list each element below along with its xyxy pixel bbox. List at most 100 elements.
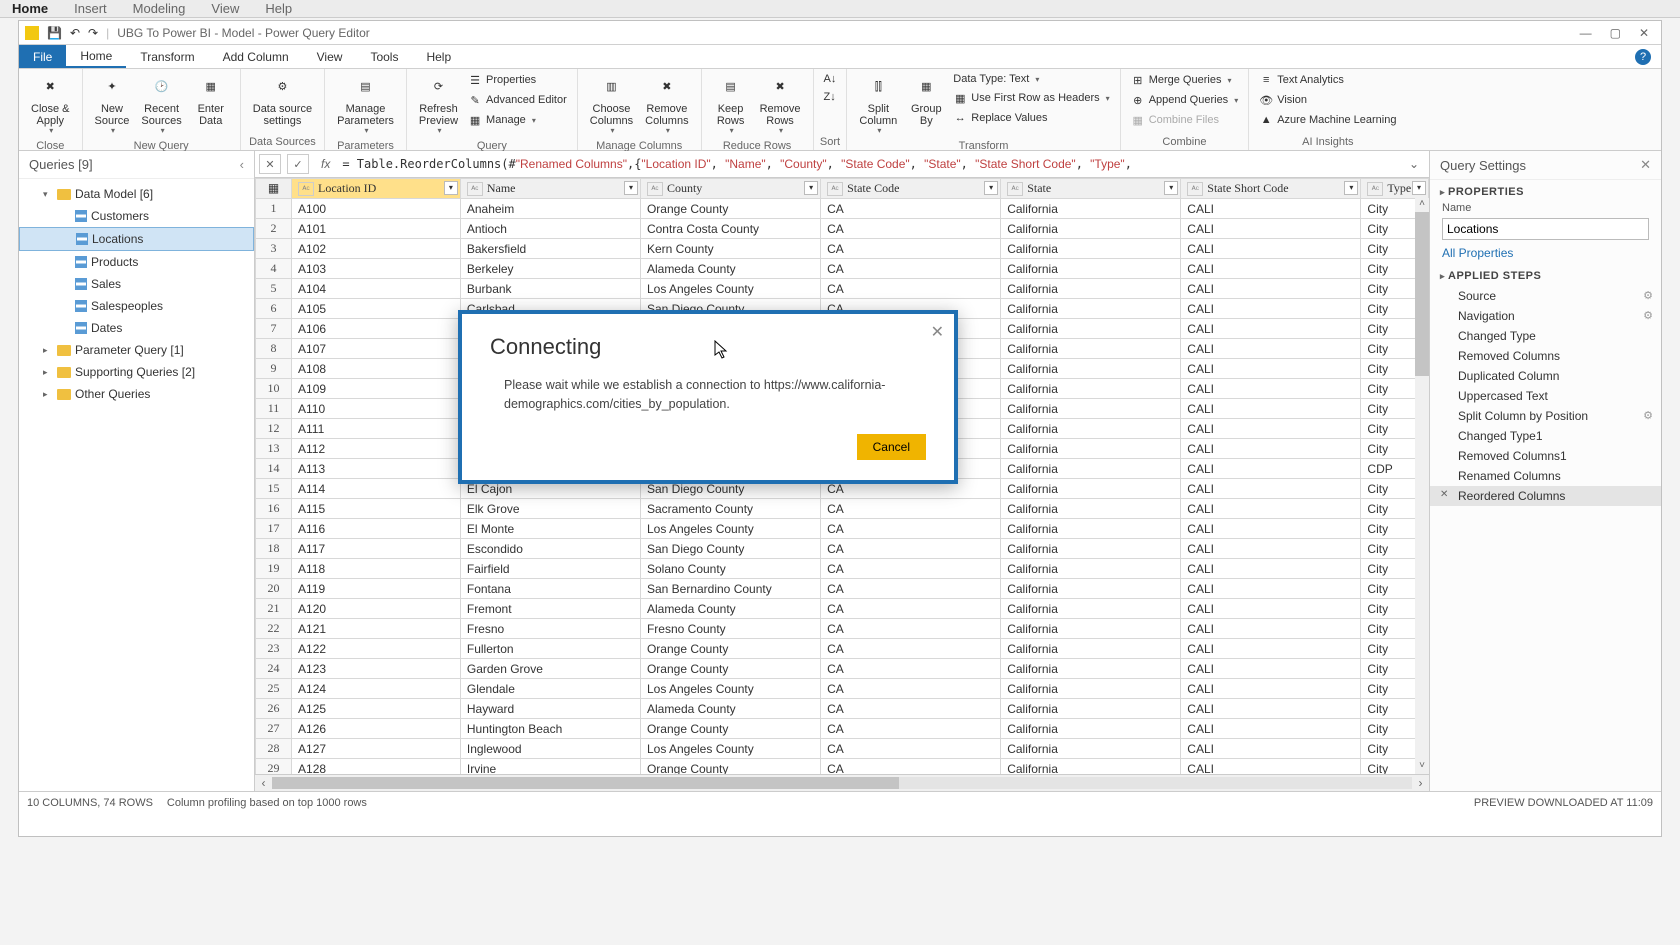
tab-view[interactable]: View — [303, 45, 357, 68]
cell[interactable]: A119 — [292, 579, 461, 599]
collapse-pane-icon[interactable]: ‹ — [240, 157, 244, 172]
cell[interactable]: California — [1001, 339, 1181, 359]
tab-transform[interactable]: Transform — [126, 45, 208, 68]
row-number[interactable]: 14 — [256, 459, 292, 479]
cell[interactable]: CA — [821, 619, 1001, 639]
cell[interactable]: San Bernardino County — [640, 579, 820, 599]
outer-menu-insert[interactable]: Insert — [74, 1, 107, 16]
cell[interactable]: California — [1001, 299, 1181, 319]
filter-icon[interactable]: ▾ — [804, 181, 818, 195]
query-node-salespeoples[interactable]: Salespeoples — [19, 295, 254, 317]
cell[interactable]: Burbank — [460, 279, 640, 299]
query-name-input[interactable] — [1442, 218, 1649, 240]
cell[interactable]: A115 — [292, 499, 461, 519]
row-number[interactable]: 5 — [256, 279, 292, 299]
query-node-dates[interactable]: Dates — [19, 317, 254, 339]
filter-icon[interactable]: ▾ — [1164, 181, 1178, 195]
window-maximize-icon[interactable]: ▢ — [1610, 26, 1621, 40]
cell[interactable]: CALI — [1181, 419, 1361, 439]
cell[interactable]: A111 — [292, 419, 461, 439]
row-number[interactable]: 8 — [256, 339, 292, 359]
help-icon[interactable]: ? — [1635, 49, 1651, 65]
column-header-county[interactable]: ᴬᶜCounty▾ — [640, 179, 820, 199]
step-changed-type1[interactable]: Changed Type1 — [1430, 426, 1661, 446]
refresh-preview-button[interactable]: ⟳Refresh Preview — [413, 71, 464, 138]
row-number[interactable]: 25 — [256, 679, 292, 699]
cell[interactable]: California — [1001, 599, 1181, 619]
cell[interactable]: CALI — [1181, 719, 1361, 739]
cell[interactable]: CALI — [1181, 219, 1361, 239]
row-number[interactable]: 12 — [256, 419, 292, 439]
cell[interactable]: CA — [821, 559, 1001, 579]
cell[interactable]: CA — [821, 219, 1001, 239]
row-number[interactable]: 9 — [256, 359, 292, 379]
cell[interactable]: Los Angeles County — [640, 279, 820, 299]
row-number[interactable]: 28 — [256, 739, 292, 759]
cell[interactable]: Irvine — [460, 759, 640, 774]
cell[interactable]: Fullerton — [460, 639, 640, 659]
cell[interactable]: CALI — [1181, 399, 1361, 419]
cell[interactable]: California — [1001, 239, 1181, 259]
group-by-button[interactable]: ▦Group By — [903, 71, 949, 129]
cell[interactable]: CA — [821, 699, 1001, 719]
cell[interactable]: California — [1001, 539, 1181, 559]
query-node-sales[interactable]: Sales — [19, 273, 254, 295]
keep-rows-button[interactable]: ▤Keep Rows — [708, 71, 754, 138]
cell[interactable]: CALI — [1181, 479, 1361, 499]
cell[interactable]: California — [1001, 519, 1181, 539]
row-header-corner[interactable]: ▦ — [256, 179, 292, 199]
folder-node[interactable]: ▸Other Queries — [19, 383, 254, 405]
cell[interactable]: CA — [821, 519, 1001, 539]
manage-query-button[interactable]: ▦Manage — [464, 111, 571, 129]
cell[interactable]: California — [1001, 559, 1181, 579]
row-number[interactable]: 16 — [256, 499, 292, 519]
cell[interactable]: Glendale — [460, 679, 640, 699]
cell[interactable]: Fresno County — [640, 619, 820, 639]
cell[interactable]: CA — [821, 719, 1001, 739]
row-number[interactable]: 4 — [256, 259, 292, 279]
column-header-location-id[interactable]: ᴬᶜLocation ID▾ — [292, 179, 461, 199]
row-number[interactable]: 20 — [256, 579, 292, 599]
cell[interactable]: A123 — [292, 659, 461, 679]
outer-menu-modeling[interactable]: Modeling — [133, 1, 186, 16]
cell[interactable]: California — [1001, 419, 1181, 439]
folder-node[interactable]: ▾Data Model [6] — [19, 183, 254, 205]
cell[interactable]: CALI — [1181, 699, 1361, 719]
cell[interactable]: San Diego County — [640, 539, 820, 559]
cell[interactable]: A126 — [292, 719, 461, 739]
window-close-icon[interactable]: ✕ — [1639, 26, 1649, 40]
cell[interactable]: CALI — [1181, 579, 1361, 599]
cell[interactable]: A121 — [292, 619, 461, 639]
cell[interactable]: California — [1001, 279, 1181, 299]
close-settings-icon[interactable]: ✕ — [1640, 157, 1651, 173]
choose-columns-button[interactable]: ▥Choose Columns — [584, 71, 639, 138]
column-header-type[interactable]: ᴬᶜType▾ — [1361, 179, 1429, 199]
outer-menu-view[interactable]: View — [211, 1, 239, 16]
folder-node[interactable]: ▸Parameter Query [1] — [19, 339, 254, 361]
cell[interactable]: CALI — [1181, 299, 1361, 319]
append-queries-button[interactable]: ⊕Append Queries — [1127, 91, 1243, 109]
cell[interactable]: CALI — [1181, 359, 1361, 379]
cell[interactable]: Sacramento County — [640, 499, 820, 519]
row-number[interactable]: 24 — [256, 659, 292, 679]
cell[interactable]: A104 — [292, 279, 461, 299]
cell[interactable]: California — [1001, 259, 1181, 279]
cell[interactable]: Inglewood — [460, 739, 640, 759]
cell[interactable]: Elk Grove — [460, 499, 640, 519]
sort-asc-button[interactable]: A↓ — [820, 71, 841, 87]
cell[interactable]: A118 — [292, 559, 461, 579]
tab-home[interactable]: Home — [66, 45, 126, 68]
cell[interactable]: CALI — [1181, 539, 1361, 559]
cell[interactable]: A101 — [292, 219, 461, 239]
cell[interactable]: California — [1001, 499, 1181, 519]
cell[interactable]: A113 — [292, 459, 461, 479]
cell[interactable]: California — [1001, 219, 1181, 239]
cell[interactable]: Contra Costa County — [640, 219, 820, 239]
cell[interactable]: A114 — [292, 479, 461, 499]
vision-button[interactable]: 👁Vision — [1255, 91, 1400, 109]
cell[interactable]: A125 — [292, 699, 461, 719]
enter-data-button[interactable]: ▦Enter Data — [188, 71, 234, 129]
cell[interactable]: California — [1001, 479, 1181, 499]
cell[interactable]: A102 — [292, 239, 461, 259]
cell[interactable]: Bakersfield — [460, 239, 640, 259]
